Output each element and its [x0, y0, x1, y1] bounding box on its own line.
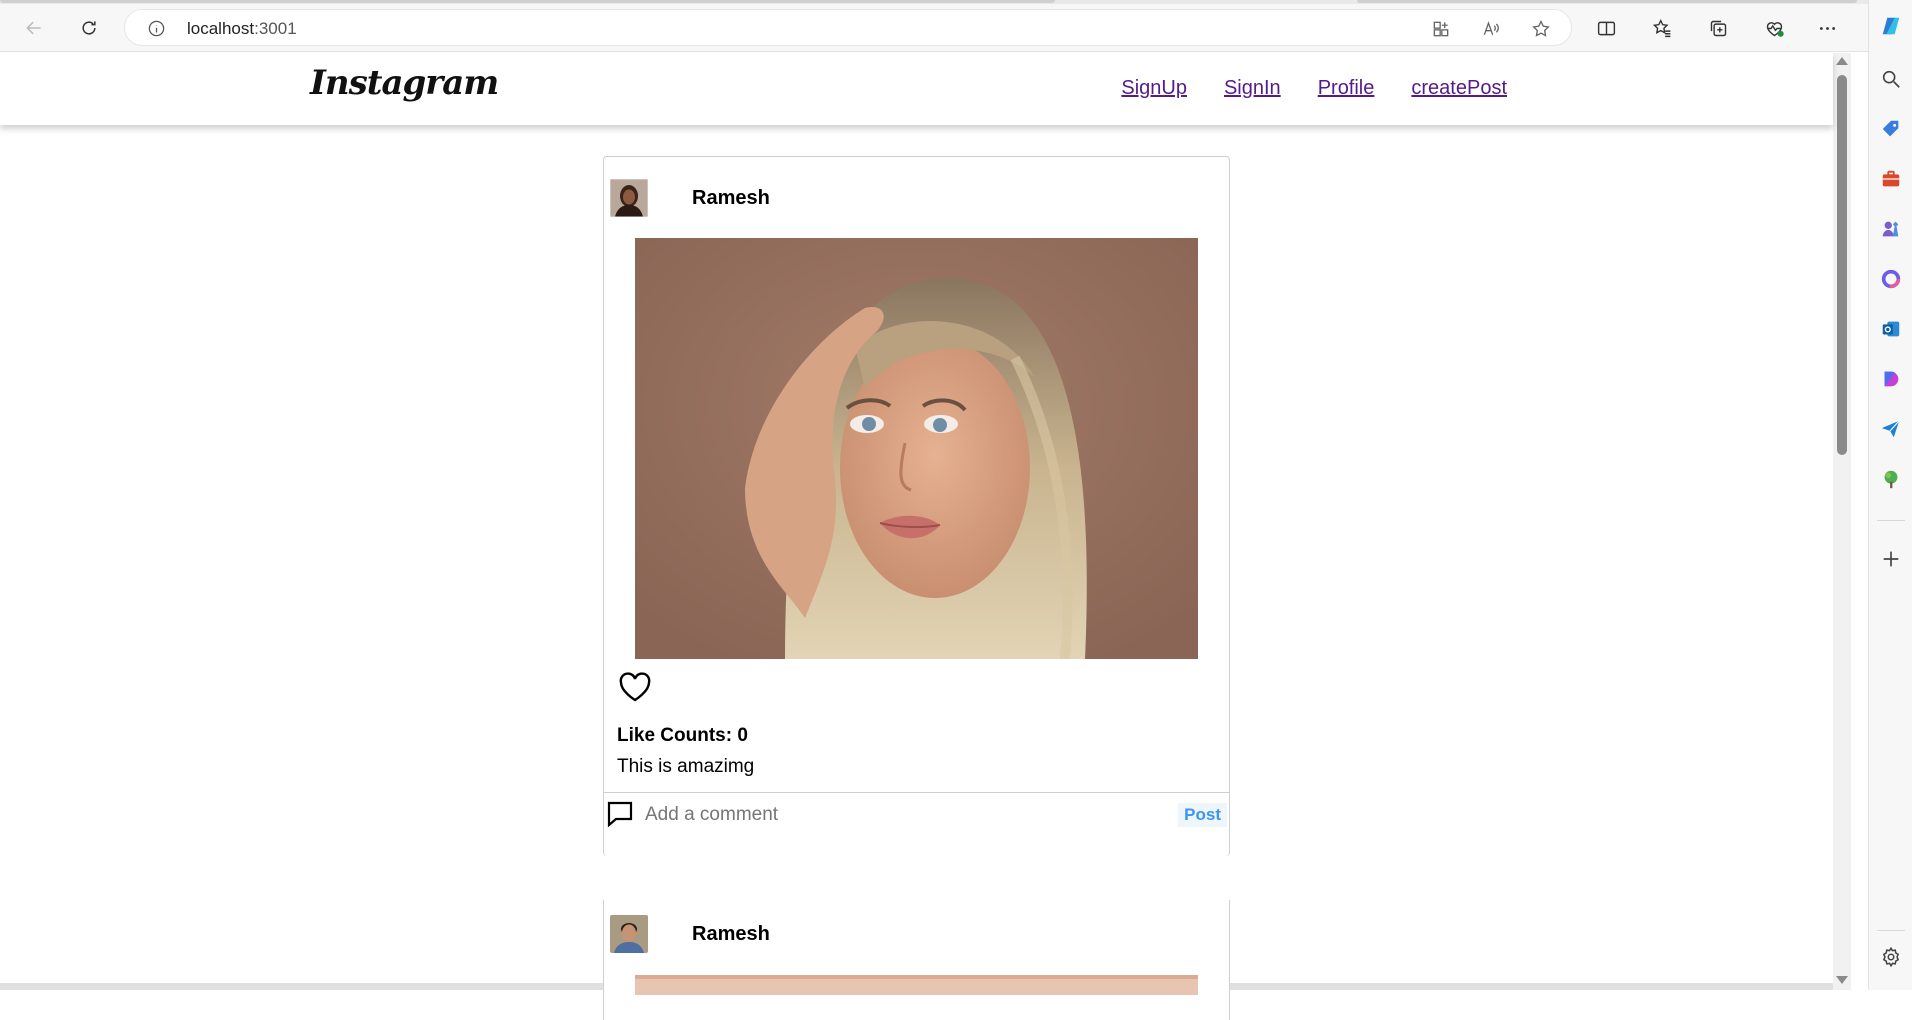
nav-links: SignUp SignIn Profile createPost — [1121, 77, 1507, 100]
url-host: localhost — [187, 19, 255, 38]
refresh-icon — [82, 21, 96, 35]
outlook-icon[interactable] — [1880, 318, 1902, 340]
url-port: :3001 — [254, 19, 297, 38]
brand-logo[interactable]: Instagram — [310, 63, 499, 103]
nav-link-create-post[interactable]: createPost — [1411, 77, 1507, 100]
site-info-icon[interactable] — [147, 19, 166, 38]
post-username[interactable]: Ramesh — [692, 923, 770, 946]
read-aloud-icon[interactable] — [1480, 18, 1502, 40]
shopping-tag-icon[interactable] — [1880, 118, 1902, 140]
app-install-icon[interactable] — [1430, 18, 1452, 40]
send-paper-plane-icon[interactable] — [1880, 418, 1902, 440]
split-screen-icon — [1597, 21, 1615, 35]
collections-icon — [1710, 20, 1726, 36]
site-navbar: Instagram SignUp SignIn Profile createPo… — [0, 53, 1833, 125]
post-card: Ramesh — [603, 900, 1230, 1020]
post-header: Ramesh — [610, 179, 770, 217]
post-header: Ramesh — [610, 915, 770, 953]
scrollbar-thumb[interactable] — [1837, 75, 1847, 455]
microsoft365-icon[interactable] — [1880, 268, 1902, 290]
browser-essentials-button[interactable] — [1757, 11, 1791, 45]
sidebar-divider — [1877, 520, 1905, 521]
post-card: Ramesh — [603, 156, 1230, 856]
post-username[interactable]: Ramesh — [692, 187, 770, 210]
avatar[interactable] — [610, 915, 648, 953]
nav-link-signup[interactable]: SignUp — [1121, 77, 1187, 100]
vertical-scrollbar[interactable] — [1833, 53, 1851, 990]
scroll-down-arrow-icon[interactable] — [1836, 976, 1848, 984]
url-text[interactable]: localhost:3001 — [187, 19, 297, 39]
search-icon[interactable] — [1880, 68, 1902, 90]
collections-button[interactable] — [1701, 11, 1735, 45]
games-chess-icon[interactable] — [1880, 218, 1902, 240]
nav-link-profile[interactable]: Profile — [1318, 77, 1375, 100]
designer-icon[interactable] — [1880, 368, 1902, 390]
sidebar-divider — [1877, 930, 1905, 931]
browser-toolbar: localhost:3001 — [0, 0, 1912, 52]
scroll-up-arrow-icon[interactable] — [1836, 57, 1848, 65]
address-bar[interactable]: localhost:3001 — [124, 9, 1572, 46]
edge-sidebar — [1868, 0, 1912, 990]
post-photo — [635, 238, 1198, 659]
comment-row: Post — [603, 792, 1230, 844]
settings-more-button[interactable] — [1810, 11, 1844, 45]
refresh-button[interactable] — [72, 11, 106, 45]
arrow-left-icon — [26, 21, 41, 35]
tab-indicator — [1357, 0, 1857, 3]
split-screen-button[interactable] — [1589, 11, 1623, 45]
add-plus-icon[interactable] — [1880, 548, 1902, 570]
tree-icon[interactable] — [1880, 468, 1902, 490]
favorite-star-icon[interactable] — [1530, 18, 1552, 40]
post-comment-button[interactable]: Post — [1178, 803, 1227, 827]
tab-indicator — [0, 0, 1055, 3]
back-button[interactable] — [17, 11, 51, 45]
like-heart-icon[interactable] — [618, 672, 652, 704]
avatar[interactable] — [610, 179, 648, 217]
gear-icon[interactable] — [1880, 946, 1902, 968]
tools-briefcase-icon[interactable] — [1880, 168, 1902, 190]
copilot-icon[interactable] — [1880, 15, 1902, 37]
tab-strip — [0, 0, 1912, 4]
heart-pulse-icon — [1766, 21, 1784, 37]
favorites-button[interactable] — [1645, 11, 1679, 45]
more-dots-icon — [1819, 26, 1835, 30]
favorites-list-icon — [1652, 18, 1670, 37]
post-caption: This is amazimg — [617, 756, 755, 777]
like-count: Like Counts: 0 — [617, 725, 748, 746]
comment-bubble-icon — [606, 800, 634, 828]
nav-link-signin[interactable]: SignIn — [1224, 77, 1281, 100]
comment-input[interactable] — [645, 801, 1165, 829]
post-photo — [635, 975, 1198, 995]
